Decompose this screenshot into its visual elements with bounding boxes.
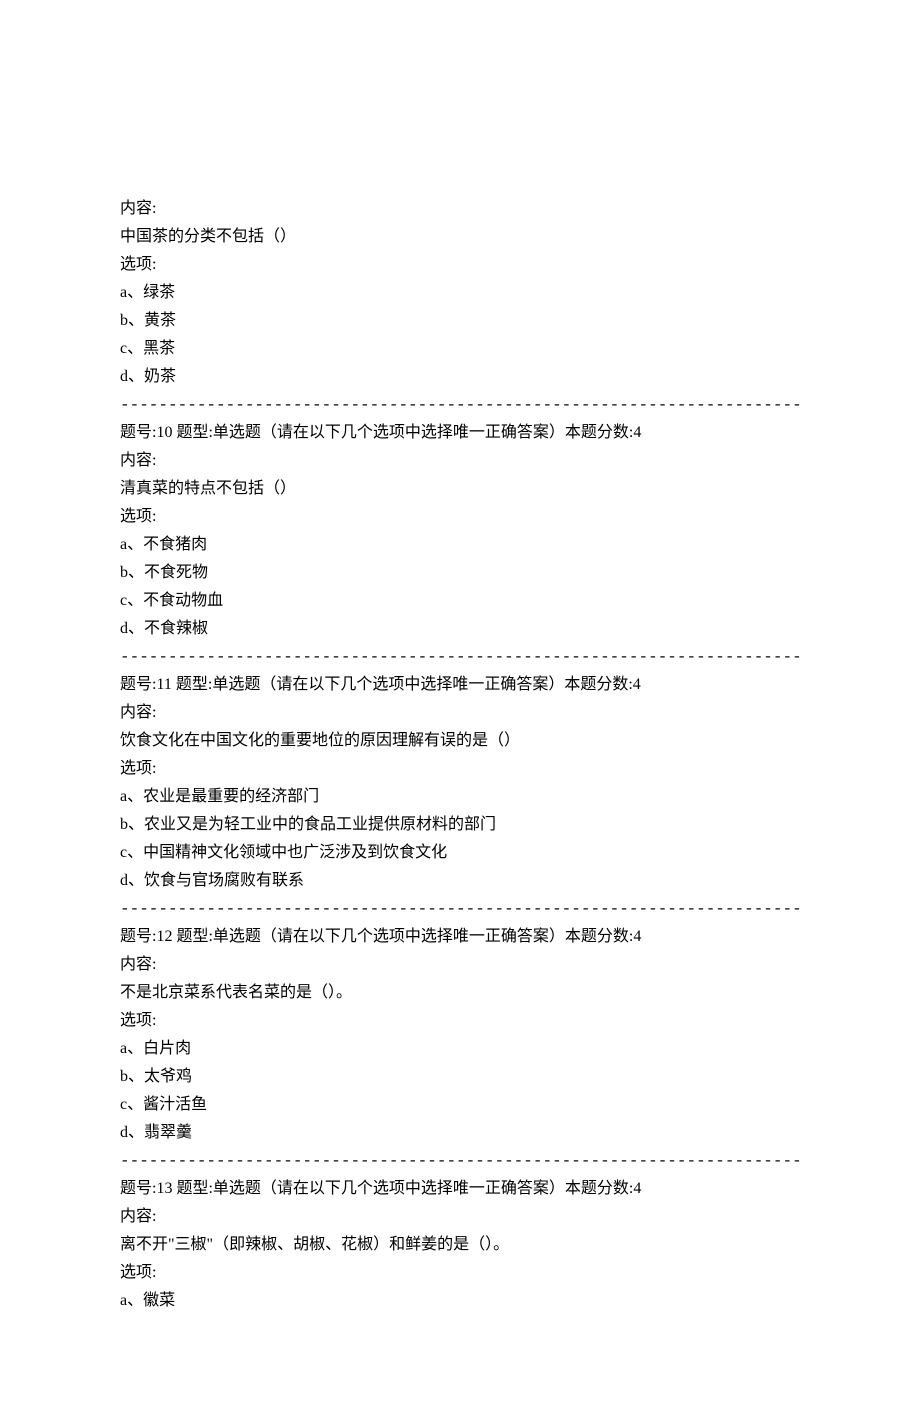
question-header: 题号:13 题型:单选题（请在以下几个选项中选择唯一正确答案）本题分数:4 (120, 1175, 800, 1203)
qnum-prefix: 题号: (120, 1180, 156, 1197)
qtype-prefix: 题型: (172, 928, 212, 945)
qtype-prefix: 题型: (172, 1180, 212, 1197)
question-text: 饮食文化在中国文化的重要地位的原因理解有误的是（） (120, 727, 800, 755)
qnum-prefix: 题号: (120, 676, 156, 693)
question-number: 11 (156, 676, 171, 693)
question-block: 题号:13 题型:单选题（请在以下几个选项中选择唯一正确答案）本题分数:4 内容… (120, 1175, 800, 1315)
option: c、酱汁活鱼 (120, 1091, 800, 1119)
option: a、绿茶 (120, 279, 800, 307)
question-number: 13 (156, 1180, 172, 1197)
question-score: 4 (633, 676, 641, 693)
question-number: 12 (156, 928, 172, 945)
options-label: 选项: (120, 503, 800, 531)
qtype-prefix: 题型: (172, 676, 212, 693)
option: d、饮食与官场腐败有联系 (120, 867, 800, 895)
question-type: 单选题（请在以下几个选项中选择唯一正确答案） (213, 928, 565, 945)
option: d、翡翠羹 (120, 1119, 800, 1147)
content-label: 内容: (120, 951, 800, 979)
option: d、奶茶 (120, 363, 800, 391)
content-label: 内容: (120, 699, 800, 727)
option: b、农业又是为轻工业中的食品工业提供原材料的部门 (120, 811, 800, 839)
option: a、白片肉 (120, 1035, 800, 1063)
question-text: 中国茶的分类不包括（） (120, 223, 800, 251)
divider: ----------------------------------------… (120, 895, 800, 923)
qnum-prefix: 题号: (120, 424, 156, 441)
question-score: 4 (633, 928, 641, 945)
divider: ----------------------------------------… (120, 1147, 800, 1175)
option: a、农业是最重要的经济部门 (120, 783, 800, 811)
score-prefix: 本题分数: (565, 424, 633, 441)
option: c、不食动物血 (120, 587, 800, 615)
qnum-prefix: 题号: (120, 928, 156, 945)
question-block: 题号:12 题型:单选题（请在以下几个选项中选择唯一正确答案）本题分数:4 内容… (120, 923, 800, 1175)
question-score: 4 (633, 1180, 641, 1197)
question-number: 10 (156, 424, 172, 441)
question-score: 4 (633, 424, 641, 441)
options-label: 选项: (120, 755, 800, 783)
options-label: 选项: (120, 1007, 800, 1035)
divider: ----------------------------------------… (120, 391, 800, 419)
question-block: 题号:11 题型:单选题（请在以下几个选项中选择唯一正确答案）本题分数:4 内容… (120, 671, 800, 923)
question-text: 不是北京菜系代表名菜的是（）。 (120, 979, 800, 1007)
content-label: 内容: (120, 447, 800, 475)
option: b、太爷鸡 (120, 1063, 800, 1091)
qtype-prefix: 题型: (172, 424, 212, 441)
question-header: 题号:10 题型:单选题（请在以下几个选项中选择唯一正确答案）本题分数:4 (120, 419, 800, 447)
option: a、徽菜 (120, 1287, 800, 1315)
score-prefix: 本题分数: (564, 676, 632, 693)
divider: ----------------------------------------… (120, 643, 800, 671)
option: c、黑茶 (120, 335, 800, 363)
question-type: 单选题（请在以下几个选项中选择唯一正确答案） (213, 1180, 565, 1197)
question-block: 题号:10 题型:单选题（请在以下几个选项中选择唯一正确答案）本题分数:4 内容… (120, 419, 800, 671)
content-label: 内容: (120, 195, 800, 223)
score-prefix: 本题分数: (565, 928, 633, 945)
option: b、黄茶 (120, 307, 800, 335)
option: a、不食猪肉 (120, 531, 800, 559)
question-text: 离不开"三椒"（即辣椒、胡椒、花椒）和鲜姜的是（）。 (120, 1231, 800, 1259)
question-header: 题号:11 题型:单选题（请在以下几个选项中选择唯一正确答案）本题分数:4 (120, 671, 800, 699)
question-type: 单选题（请在以下几个选项中选择唯一正确答案） (213, 424, 565, 441)
question-text: 清真菜的特点不包括（） (120, 475, 800, 503)
partial-question-block: 内容: 中国茶的分类不包括（） 选项: a、绿茶 b、黄茶 c、黑茶 d、奶茶 … (120, 195, 800, 419)
score-prefix: 本题分数: (565, 1180, 633, 1197)
content-label: 内容: (120, 1203, 800, 1231)
option: d、不食辣椒 (120, 615, 800, 643)
option: b、不食死物 (120, 559, 800, 587)
question-type: 单选题（请在以下几个选项中选择唯一正确答案） (212, 676, 564, 693)
question-header: 题号:12 题型:单选题（请在以下几个选项中选择唯一正确答案）本题分数:4 (120, 923, 800, 951)
options-label: 选项: (120, 251, 800, 279)
option: c、中国精神文化领域中也广泛涉及到饮食文化 (120, 839, 800, 867)
options-label: 选项: (120, 1259, 800, 1287)
